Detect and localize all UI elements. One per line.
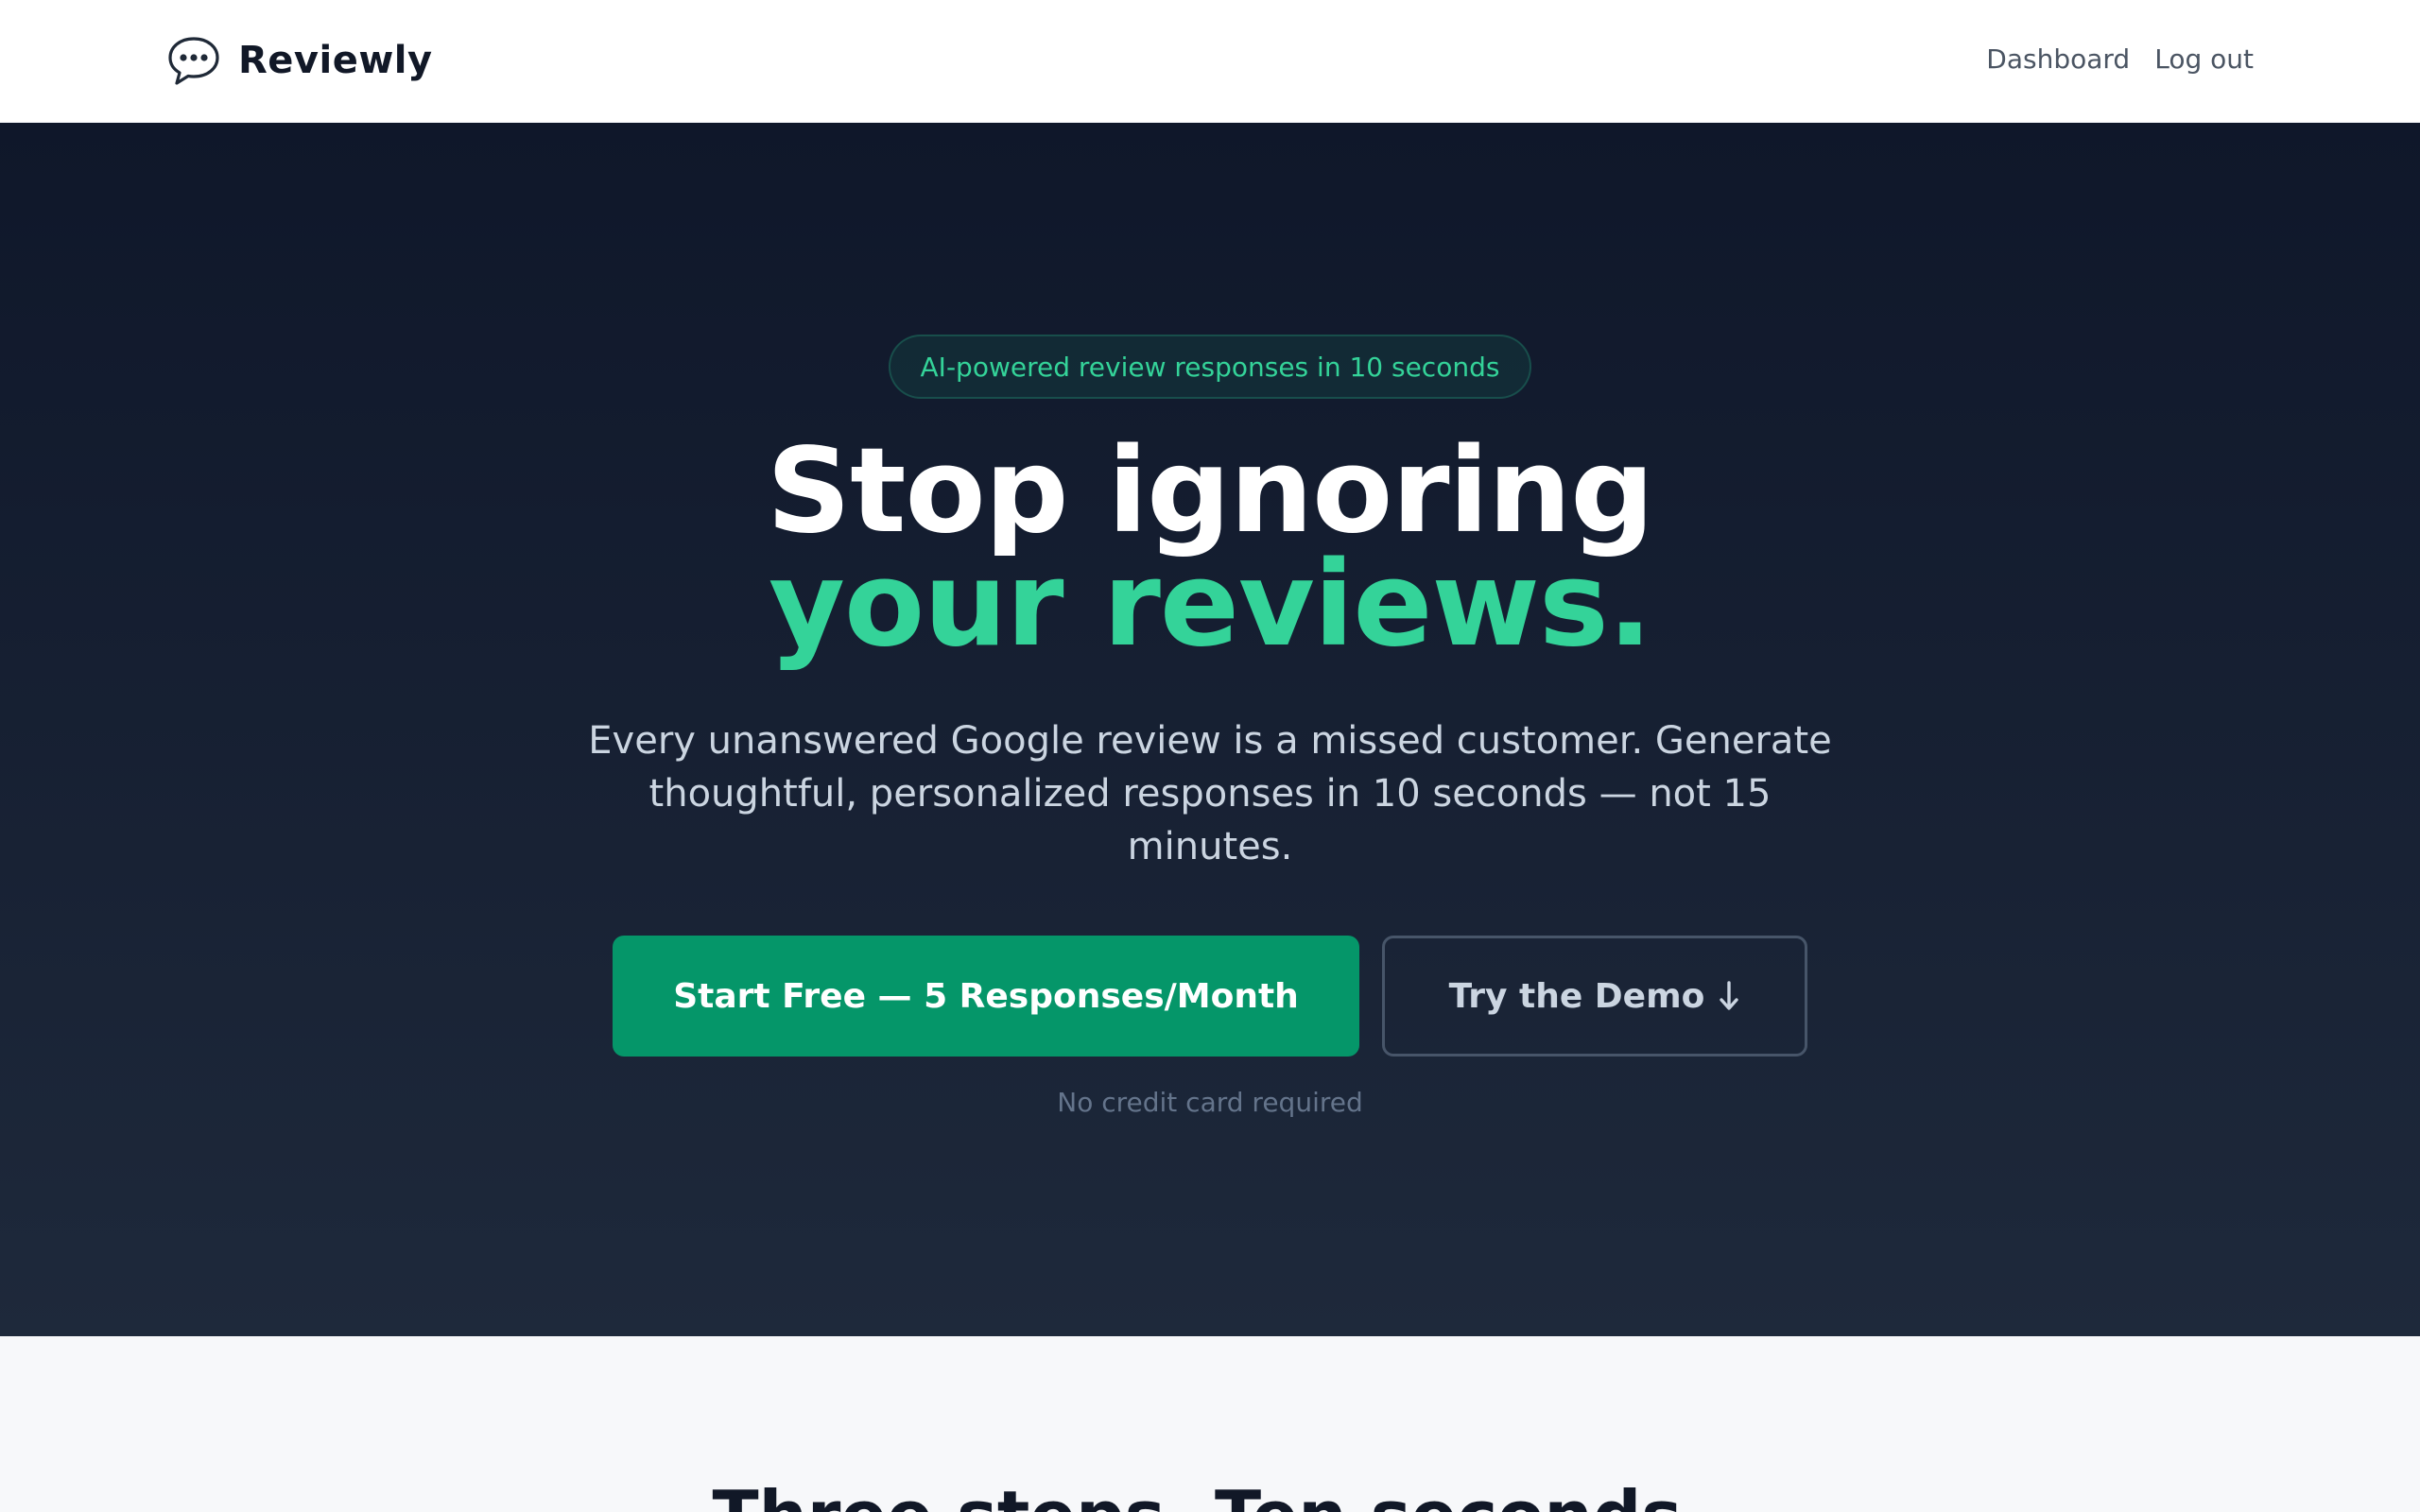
- try-demo-label: Try the Demo: [1448, 976, 1705, 1016]
- speech-bubble-icon: [168, 37, 219, 85]
- feature-badge: AI-powered review responses in 10 second…: [889, 335, 1531, 399]
- headline-line-1: Stop ignoring: [766, 423, 1654, 559]
- brand-name: Reviewly: [238, 39, 433, 82]
- top-navigation-bar: Reviewly Dashboard Log out: [0, 0, 2420, 123]
- brand-logo-link[interactable]: Reviewly: [166, 32, 433, 89]
- start-free-button[interactable]: Start Free — 5 Responses/Month: [613, 936, 1359, 1057]
- hero-subtext: Every unanswered Google review is a miss…: [588, 719, 1832, 868]
- hero-section: AI-powered review responses in 10 second…: [0, 123, 2420, 1336]
- try-demo-button[interactable]: Try the Demo: [1382, 936, 1807, 1057]
- nav-logout-link[interactable]: Log out: [2154, 43, 2254, 75]
- nav-dashboard-link[interactable]: Dashboard: [1986, 43, 2130, 75]
- section-title: Three steps. Ten seconds.: [0, 1478, 2420, 1512]
- header-nav: Dashboard Log out: [1986, 38, 2254, 79]
- how-it-works-section: Three steps. Ten seconds.: [0, 1336, 2420, 1512]
- hero-headline: Stop ignoring your reviews.: [0, 423, 2420, 673]
- arrow-down-icon: [1720, 981, 1739, 1010]
- no-credit-card-note: No credit card required: [1057, 1087, 1363, 1118]
- headline-line-2: your reviews.: [769, 537, 1652, 673]
